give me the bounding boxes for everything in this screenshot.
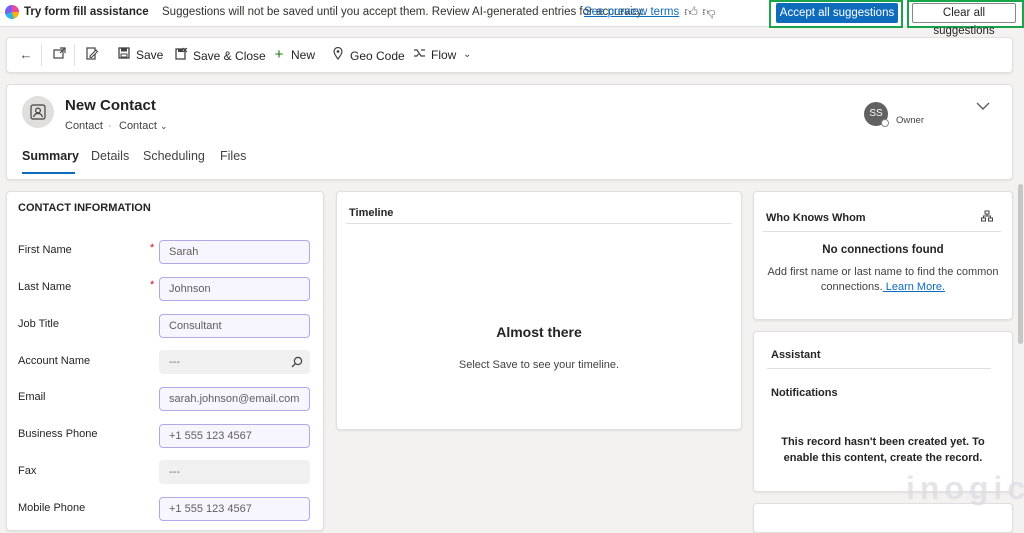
thumbs-up-icon[interactable]: 👍︎ xyxy=(683,4,699,20)
job-title-input[interactable]: Consultant xyxy=(159,314,310,338)
tab-details[interactable]: Details xyxy=(91,149,129,163)
timeline-empty-heading: Almost there xyxy=(496,324,582,340)
field-label: Account Name xyxy=(18,355,91,367)
flow-label: Flow xyxy=(431,48,457,62)
assistant-message-line1: This record hasn't been created yet. To xyxy=(781,436,985,448)
search-icon[interactable] xyxy=(291,356,303,371)
assistant-title: Assistant xyxy=(771,349,821,361)
contact-avatar xyxy=(22,96,54,128)
first-name-input[interactable]: Sarah xyxy=(159,240,310,264)
watermark-logo: inogic xyxy=(906,470,1024,506)
wkw-message-line2: connections. Learn More. xyxy=(753,281,1013,293)
plus-icon: + xyxy=(274,46,284,63)
org-chart-icon[interactable] xyxy=(981,210,993,225)
wkw-message-text: connections. xyxy=(820,281,883,293)
new-label: New xyxy=(291,48,316,62)
save-close-icon xyxy=(174,47,188,64)
field-label: Job Title xyxy=(18,318,59,330)
email-input[interactable]: sarah.johnson@email.com xyxy=(159,387,310,411)
banner-title: Try form fill assistance xyxy=(24,6,149,18)
tab-scheduling[interactable]: Scheduling xyxy=(143,149,205,163)
account-name-lookup[interactable]: --- xyxy=(159,350,310,374)
business-phone-input[interactable]: +1 555 123 4567 xyxy=(159,424,310,448)
assistant-message-line2: enable this content, create the record. xyxy=(783,452,983,464)
header-expand-chevron-icon[interactable] xyxy=(976,98,990,114)
presence-status-icon xyxy=(881,119,889,127)
timeline-section xyxy=(336,191,742,430)
fax-input[interactable]: --- xyxy=(159,460,310,484)
required-indicator: * xyxy=(150,279,155,291)
tab-summary[interactable]: Summary xyxy=(22,149,79,163)
location-pin-icon xyxy=(331,46,345,64)
clear-all-suggestions-button[interactable]: Clear all suggestions xyxy=(912,3,1016,37)
field-label: Email xyxy=(18,391,46,403)
save-label: Save xyxy=(136,48,164,62)
wkw-message-line1: Add first name or last name to find the … xyxy=(767,266,999,278)
wkw-divider xyxy=(763,231,1001,232)
learn-more-link[interactable]: Learn More. xyxy=(883,281,945,293)
flow-icon xyxy=(412,47,426,63)
owner-label: Owner xyxy=(896,115,924,126)
form-selector[interactable]: Contact ⌄ xyxy=(119,120,168,132)
field-label: Mobile Phone xyxy=(18,502,86,514)
field-label: Fax xyxy=(18,465,37,477)
back-button[interactable]: ← xyxy=(19,47,38,63)
section-title: CONTACT INFORMATION xyxy=(18,202,151,214)
save-close-label: Save & Close xyxy=(193,49,266,63)
save-icon xyxy=(117,47,131,63)
no-connections-title: No connections found xyxy=(822,244,944,256)
active-tab-indicator xyxy=(22,172,75,174)
header-separator: · xyxy=(108,120,112,132)
geo-code-button[interactable]: Geo Code xyxy=(331,46,405,64)
notifications-title: Notifications xyxy=(771,387,838,399)
save-button[interactable]: Save xyxy=(117,47,163,63)
last-name-input[interactable]: Johnson xyxy=(159,277,310,301)
open-in-new-window-icon xyxy=(52,47,66,63)
field-label: Business Phone xyxy=(18,428,98,440)
flow-button[interactable]: Flow xyxy=(412,47,456,63)
next-section-card xyxy=(753,503,1013,533)
assistant-divider xyxy=(767,368,991,369)
who-knows-whom-title: Who Knows Whom xyxy=(766,212,866,224)
chevron-down-icon: ⌄ xyxy=(159,121,168,131)
field-label: First Name xyxy=(18,244,72,256)
record-header xyxy=(6,84,1013,180)
timeline-divider xyxy=(346,223,732,224)
banner-message: Suggestions will not be saved until you … xyxy=(162,6,645,18)
entity-name: Contact xyxy=(65,120,103,132)
geo-code-label: Geo Code xyxy=(350,49,405,63)
toolbar-divider xyxy=(41,44,42,66)
mobile-phone-input[interactable]: +1 555 123 4567 xyxy=(159,497,310,521)
accept-all-suggestions-button[interactable]: Accept all suggestions xyxy=(776,3,898,23)
flow-chevron-down-icon[interactable]: ⌄ xyxy=(463,47,471,63)
form-name: Contact xyxy=(119,120,157,132)
thumbs-down-icon[interactable]: 👎︎ xyxy=(701,4,717,20)
new-button[interactable]: + New xyxy=(272,47,315,63)
save-close-button[interactable]: Save & Close xyxy=(174,47,266,63)
contact-card-icon xyxy=(30,104,46,120)
form-edit-button[interactable] xyxy=(85,47,104,63)
timeline-title: Timeline xyxy=(349,207,394,219)
toolbar-divider xyxy=(74,44,75,66)
arrow-left-icon: ← xyxy=(19,47,33,62)
scrollbar-thumb[interactable] xyxy=(1018,184,1023,344)
tab-files[interactable]: Files xyxy=(220,149,246,163)
record-title: New Contact xyxy=(65,97,156,114)
edit-form-icon xyxy=(85,47,99,64)
timeline-empty-message: Select Save to see your timeline. xyxy=(458,359,620,371)
copilot-icon xyxy=(5,5,19,19)
required-indicator: * xyxy=(150,242,155,254)
open-new-window-button[interactable] xyxy=(52,47,71,63)
field-label: Last Name xyxy=(18,281,72,293)
preview-terms-link[interactable]: See preview terms xyxy=(584,6,679,18)
